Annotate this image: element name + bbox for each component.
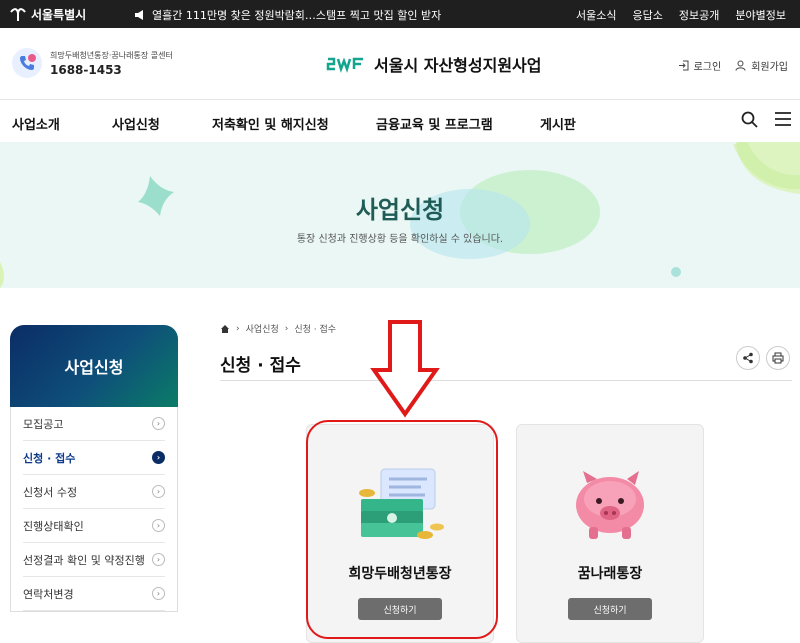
side-nav-item-label: 진행상태확인: [23, 519, 84, 533]
hero-subtitle: 통장 신청과 진행상황 등을 확인하실 수 있습니다.: [296, 234, 504, 245]
seoul-logo-icon: [10, 7, 26, 21]
chevron-right-icon: ›: [152, 519, 165, 532]
search-icon[interactable]: [741, 111, 758, 128]
main-content: › 사업신청 › 신청 · 접수 신청 · 접수: [220, 322, 792, 381]
side-nav-item-contact[interactable]: 연락처변경 ›: [23, 577, 165, 611]
breadcrumb-current: 신청 · 접수: [294, 325, 337, 335]
down-arrow-annotation: [370, 320, 440, 418]
share-button[interactable]: [736, 346, 760, 370]
link-seoul-news[interactable]: 서울소식: [576, 7, 616, 23]
side-navigation: 사업신청 모집공고 › 신청 · 접수 › 신청서 수정 › 진행상태확인 › …: [10, 325, 178, 612]
link-field-info[interactable]: 분야별정보: [735, 7, 786, 23]
nav-finance-education[interactable]: 금융교육 및 프로그램: [376, 114, 493, 133]
breadcrumb-item[interactable]: 사업신청: [246, 322, 279, 335]
breadcrumb: › 사업신청 › 신청 · 접수: [220, 322, 792, 335]
logo-text: 서울시 자산형성지원사업: [374, 56, 542, 75]
news-text: 열흘간 111만명 찾은 정원박람회…스탬프 찍고 맛집 할인 받자: [152, 9, 442, 22]
link-info-open[interactable]: 정보공개: [679, 7, 719, 23]
card-title: 꿈나래통장: [577, 566, 643, 582]
card-dream-wing[interactable]: 꿈나래통장 신청하기: [516, 424, 704, 643]
nav-board[interactable]: 게시판: [540, 114, 576, 133]
main-navigation: 사업소개 사업신청 저축확인 및 해지신청 금융교육 및 프로그램 게시판: [0, 100, 800, 142]
login-label: 로그인: [693, 62, 722, 73]
call-center-label: 희망두배청년통장·꿈나래통장 콜센터: [50, 50, 173, 60]
highlight-outline: [306, 420, 498, 639]
nav-business-intro[interactable]: 사업소개: [12, 114, 60, 133]
swf-logo-icon: [326, 57, 363, 73]
side-nav-item-result[interactable]: 선정결과 확인 및 약정진행 ›: [23, 543, 165, 577]
link-eungdapso[interactable]: 응답소: [633, 7, 663, 23]
apply-button-dream-wing[interactable]: 신청하기: [568, 598, 652, 620]
news-ticker[interactable]: 열흘간 111만명 찾은 정원박람회…스탬프 찍고 맛집 할인 받자: [134, 7, 441, 23]
side-nav-item-apply[interactable]: 신청 · 접수 ›: [23, 441, 165, 475]
signup-link[interactable]: 회원가입: [735, 58, 788, 73]
chevron-right-icon: ›: [152, 485, 165, 498]
chat-phone-icon: [12, 48, 42, 78]
side-nav-item-label: 모집공고: [23, 417, 64, 431]
top-bar: 서울특별시 열흘간 111만명 찾은 정원박람회…스탬프 찍고 맛집 할인 받자…: [0, 0, 800, 28]
side-nav-item-label: 신청서 수정: [23, 485, 78, 499]
menu-icon[interactable]: [774, 111, 792, 127]
seoul-brand[interactable]: 서울특별시: [10, 6, 86, 23]
login-link[interactable]: 로그인: [678, 58, 722, 73]
side-nav-item-edit[interactable]: 신청서 수정 ›: [23, 475, 165, 509]
share-icon: [743, 352, 753, 364]
home-icon[interactable]: [220, 324, 230, 334]
chevron-right-icon: ›: [152, 417, 165, 430]
chevron-right-icon: ›: [152, 553, 165, 566]
call-center[interactable]: 희망두배청년통장·꿈나래통장 콜센터 1688-1453: [12, 48, 173, 78]
side-nav-item-label: 연락처변경: [23, 587, 74, 601]
side-nav-item-notice[interactable]: 모집공고 ›: [23, 407, 165, 441]
login-icon: [678, 60, 689, 71]
print-icon: [772, 352, 784, 364]
nav-savings-check[interactable]: 저축확인 및 해지신청: [212, 114, 329, 133]
hero-banner: 사업신청 통장 신청과 진행상황 등을 확인하실 수 있습니다.: [0, 142, 800, 288]
title-divider: [220, 380, 792, 381]
print-button[interactable]: [766, 346, 790, 370]
chevron-right-icon: ›: [236, 323, 240, 334]
chevron-right-icon: ›: [284, 323, 289, 334]
brand-label: 서울특별시: [31, 8, 87, 22]
user-icon: [735, 60, 746, 71]
site-logo[interactable]: 서울시 자산형성지원사업: [326, 52, 542, 76]
hero-title: 사업신청: [355, 196, 445, 224]
piggy-bank-icon: [576, 471, 644, 539]
page-title: 신청 · 접수: [220, 356, 301, 376]
megaphone-icon: [135, 10, 143, 20]
chevron-right-icon: ›: [152, 587, 165, 600]
side-nav-item-label: 선정결과 확인 및 약정진행: [23, 553, 145, 567]
call-center-number: 1688-1453: [50, 62, 122, 77]
signup-label: 회원가입: [751, 62, 788, 73]
side-nav-item-label: 신청 · 접수: [23, 451, 76, 465]
side-nav-item-status[interactable]: 진행상태확인 ›: [23, 509, 165, 543]
nav-business-apply[interactable]: 사업신청: [112, 114, 160, 133]
side-nav-title: 사업신청: [10, 325, 178, 407]
chevron-right-icon: ›: [152, 451, 165, 464]
